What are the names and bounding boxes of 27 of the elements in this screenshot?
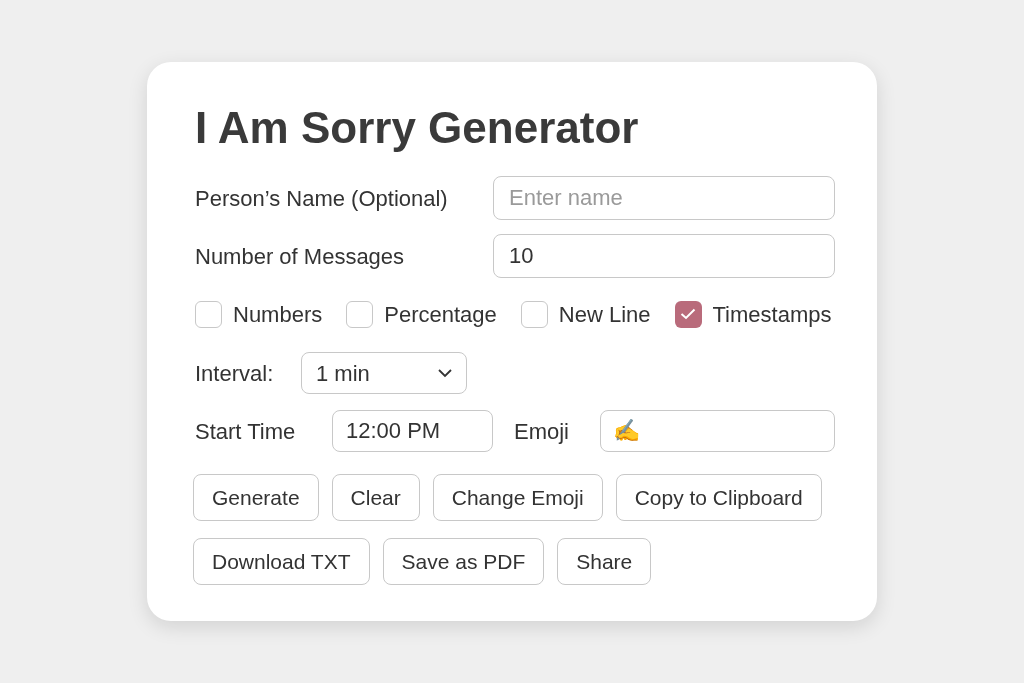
checkbox-label: Percentage bbox=[384, 300, 497, 329]
chevron-down-icon bbox=[438, 368, 452, 378]
interval-dropdown[interactable]: 1 min bbox=[301, 352, 467, 394]
action-button[interactable]: Clear bbox=[331, 474, 420, 521]
action-button[interactable]: Save as PDF bbox=[382, 538, 545, 585]
field-label: Number of Messages bbox=[195, 242, 406, 271]
time-field[interactable]: 12:00 PM bbox=[332, 410, 493, 452]
start-time-label: Start Time bbox=[195, 417, 297, 446]
checkbox-label: Numbers bbox=[233, 300, 323, 329]
action-button[interactable]: Change Emoji bbox=[432, 474, 603, 521]
emoji-label: Emoji bbox=[514, 417, 570, 446]
action-button[interactable]: Share bbox=[557, 538, 652, 585]
checkbox[interactable] bbox=[346, 300, 374, 328]
checkbox[interactable] bbox=[195, 300, 222, 328]
checkbox-label: Timestamps bbox=[712, 300, 832, 329]
input-field[interactable]: 10 bbox=[493, 234, 835, 278]
interval-label: Interval: bbox=[195, 359, 275, 388]
field-label: Person’s Name (Optional) bbox=[195, 184, 449, 213]
checkbox[interactable] bbox=[520, 300, 548, 328]
checkbox[interactable] bbox=[674, 300, 702, 328]
action-button[interactable]: Copy to Clipboard bbox=[615, 474, 822, 521]
input-field[interactable]: Enter name bbox=[493, 176, 835, 220]
action-button[interactable]: Download TXT bbox=[193, 538, 370, 585]
check-icon bbox=[680, 308, 696, 320]
page-title: I Am Sorry Generator bbox=[195, 102, 640, 154]
checkbox-label: New Line bbox=[558, 300, 651, 329]
action-button[interactable]: Generate bbox=[193, 474, 319, 521]
